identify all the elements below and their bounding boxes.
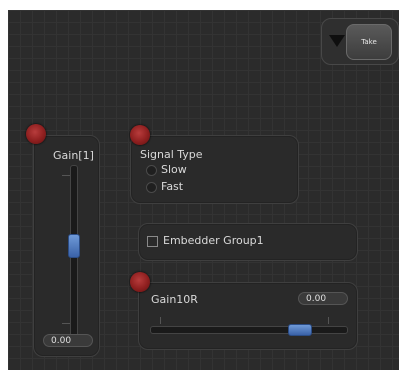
gain10r-left-tick (160, 317, 161, 324)
gain1-title: Gain[1] (53, 149, 94, 162)
gain10r-title: Gain10R (151, 293, 198, 306)
gain10r-led-indicator (130, 272, 150, 292)
gain10r-slider-thumb[interactable] (288, 324, 312, 336)
gain10r-value-field[interactable]: 0.00 (298, 292, 348, 305)
take-group: Take (321, 18, 399, 65)
gain1-top-tick (62, 175, 70, 176)
radio-fast-label: Fast (161, 180, 184, 193)
gain1-slider-thumb[interactable] (68, 234, 80, 258)
signal-type-title: Signal Type (140, 148, 203, 161)
radio-slow[interactable] (146, 165, 157, 176)
gain10r-slider-track[interactable] (150, 326, 348, 334)
take-button[interactable]: Take (346, 24, 392, 60)
signal-type-led-indicator (130, 125, 150, 145)
radio-slow-label: Slow (161, 163, 187, 176)
embedder-group1-label: Embedder Group1 (163, 234, 264, 247)
gain1-bottom-tick (62, 323, 70, 324)
control-canvas: Take Gain[1] 0.00 Signal Type Slow Fast … (8, 10, 399, 370)
embedder-group1-checkbox[interactable] (147, 236, 158, 247)
dropdown-triangle-icon[interactable] (329, 35, 345, 47)
gain10r-right-tick (328, 317, 329, 324)
gain1-value-field[interactable]: 0.00 (43, 334, 93, 347)
radio-fast[interactable] (146, 182, 157, 193)
gain1-led-indicator (26, 124, 46, 144)
